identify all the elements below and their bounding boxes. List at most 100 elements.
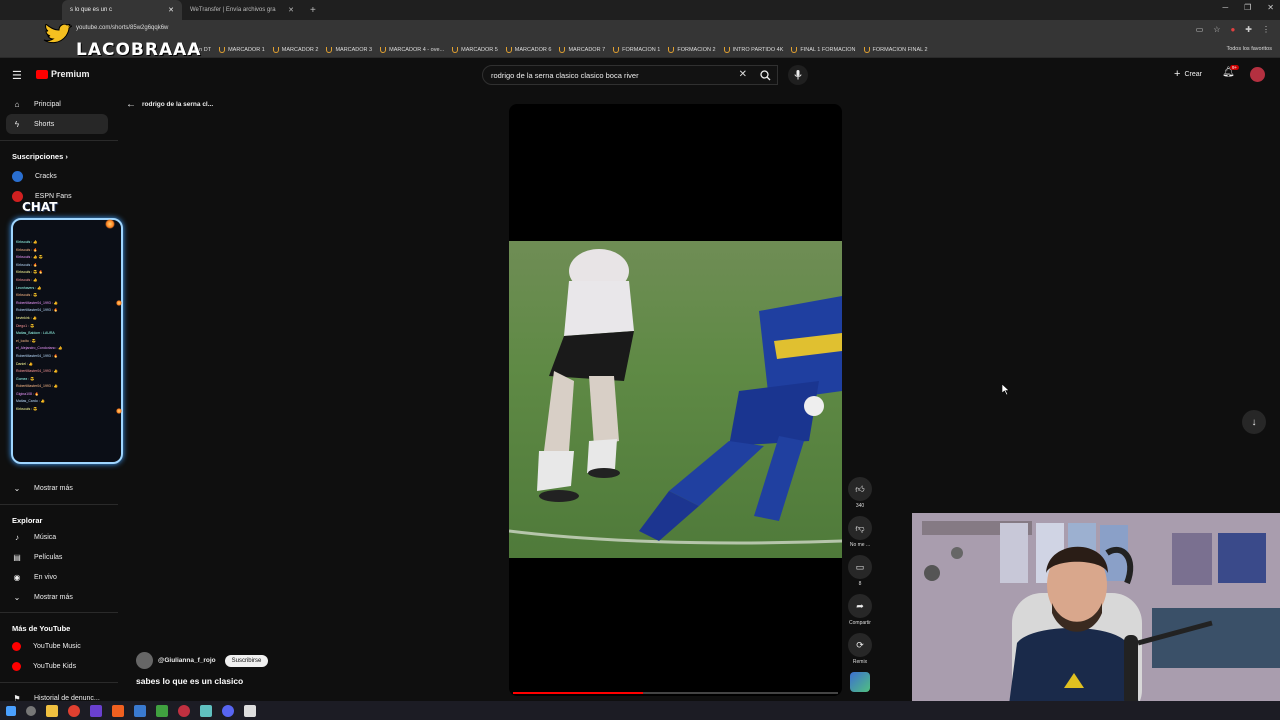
minimize-icon[interactable]: ─	[1222, 3, 1228, 12]
bookmark[interactable]: MARCADOR 6	[505, 46, 551, 53]
maximize-icon[interactable]: ❐	[1244, 3, 1251, 12]
sidebar-show-more-explore[interactable]: ⌄ Mostrar más	[6, 587, 108, 607]
create-button[interactable]: + Crear	[1174, 68, 1202, 80]
sidebar-item-youtube-music[interactable]: YouTube Music	[6, 636, 108, 656]
chevron-down-icon: ⌄	[13, 592, 21, 602]
explore-heading: Explorar	[12, 516, 43, 525]
chat-message: RobertMaster04_1993 : 🔥	[16, 353, 59, 358]
sidebar-item-live[interactable]: ◉ En vivo	[6, 567, 108, 587]
subscriptions-heading[interactable]: Suscripciones ›	[12, 152, 68, 161]
bookmark[interactable]: MARCADOR 5	[452, 46, 498, 53]
sidebar-item-movies[interactable]: ▤ Películas	[6, 547, 108, 567]
sidebar-item-music[interactable]: ♪ Música	[6, 527, 108, 547]
sidebar-item-shorts[interactable]: ϟ Shorts	[6, 114, 108, 134]
clear-search-icon[interactable]: ✕	[739, 69, 747, 80]
back-arrow-icon[interactable]: ←	[126, 99, 136, 110]
sidebar-divider	[0, 612, 118, 613]
chat-message: Daniel : 👍	[16, 361, 34, 366]
app-icon[interactable]	[90, 704, 102, 717]
shorts-video-player[interactable]	[509, 104, 842, 696]
sidebar-item-label: Principal	[34, 100, 61, 108]
share-icon: ➦	[856, 600, 864, 611]
os-taskbar	[0, 701, 1280, 720]
app-icon[interactable]	[112, 704, 124, 717]
spark-effect	[105, 219, 115, 229]
sidebar-item-label: Shorts	[34, 120, 55, 128]
cast-icon[interactable]: ▭	[1196, 25, 1204, 34]
extension-icon[interactable]: ●	[1230, 25, 1235, 34]
browser-tab-wetransfer[interactable]: WeTransfer | Envía archivos gra ✕	[182, 0, 302, 20]
bookmark[interactable]: FORMACION FINAL 2	[863, 46, 928, 53]
account-avatar[interactable]	[1250, 67, 1265, 82]
bookmark[interactable]: FINAL 1 FORMACION	[791, 46, 856, 53]
sidebar-channel-cracks[interactable]: Cracks	[6, 166, 108, 186]
chat-message: Kirksouls : 😎	[16, 407, 38, 412]
bookmark[interactable]: FORMACION 2	[668, 46, 716, 53]
search-query-label: rodrigo de la serna cl...	[142, 101, 214, 108]
remix-icon: ⟳	[856, 639, 864, 650]
search-input[interactable]: rodrigo de la serna clasico clasico boca…	[491, 71, 639, 80]
like-button[interactable]: 👍︎	[848, 477, 872, 501]
like-count: 340	[855, 503, 865, 509]
puzzle-icon[interactable]: ✚	[1245, 25, 1252, 34]
sound-thumbnail[interactable]	[850, 672, 870, 692]
hamburger-menu-icon[interactable]: ☰	[12, 69, 22, 82]
dislike-button[interactable]: 👎︎	[848, 516, 872, 540]
search-button[interactable]	[752, 65, 778, 85]
all-bookmarks[interactable]: Todos los favoritos	[1226, 46, 1272, 52]
bookmark[interactable]: INTRO PARTIDO 4K	[723, 46, 783, 53]
app-icon[interactable]	[244, 704, 256, 717]
app-icon[interactable]	[156, 704, 168, 717]
sidebar-show-more[interactable]: ⌄ Mostrar más	[6, 478, 108, 498]
subscribe-button[interactable]: Suscribirse	[224, 654, 269, 667]
file-explorer-icon[interactable]	[46, 704, 58, 717]
discord-icon[interactable]	[222, 704, 234, 717]
bookmark[interactable]: MARCADOR 1	[219, 46, 265, 53]
bookmark[interactable]: MARCADOR 3	[326, 46, 372, 53]
menu-icon[interactable]: ⋮	[1262, 25, 1270, 34]
home-icon: ⌂	[14, 99, 20, 109]
remix-button[interactable]: ⟳	[848, 633, 872, 657]
search-back-row[interactable]: ← rodrigo de la serna cl...	[126, 99, 213, 110]
app-icon[interactable]	[178, 704, 190, 717]
chat-message: Kirksouls : 🔥	[16, 247, 38, 252]
youtube-logo[interactable]: Premium	[36, 69, 90, 79]
chrome-icon[interactable]	[68, 704, 80, 717]
short-channel-row: @Giulianna_f_rojo Suscribirse	[136, 652, 269, 669]
horseshoe-icon	[668, 46, 675, 53]
mouse-cursor-icon	[1002, 384, 1010, 395]
close-tab-icon[interactable]: ✕	[288, 6, 294, 14]
film-icon: ▤	[13, 552, 21, 562]
sidebar-item-principal[interactable]: ⌂ Principal	[6, 94, 108, 114]
star-icon[interactable]: ☆	[1213, 25, 1220, 34]
close-tab-icon[interactable]: ✕	[168, 6, 174, 14]
next-short-button[interactable]: ↓	[1242, 410, 1266, 434]
browser-tab-youtube[interactable]: s lo que es un c ✕	[62, 0, 182, 20]
close-window-icon[interactable]: ✕	[1267, 3, 1274, 12]
sidebar-item-youtube-kids[interactable]: YouTube Kids	[6, 656, 108, 676]
video-progress-bar[interactable]	[513, 692, 838, 694]
comments-button[interactable]: ▭	[848, 555, 872, 579]
search-icon[interactable]	[26, 705, 36, 716]
bookmark[interactable]: MARCADOR 4 - ove...	[380, 46, 444, 53]
channel-avatar[interactable]	[136, 652, 153, 669]
share-button[interactable]: ➦	[848, 594, 872, 618]
horseshoe-icon	[505, 46, 512, 53]
shorts-icon: ϟ	[14, 119, 20, 129]
voice-search-button[interactable]	[788, 65, 808, 85]
app-icon[interactable]	[134, 704, 146, 717]
bookmark[interactable]: MARCADOR 7	[559, 46, 605, 53]
thumbs-up-icon: 👍︎	[855, 483, 865, 494]
chat-message: Diego1 : 😎	[16, 323, 35, 328]
channel-name[interactable]: @Giulianna_f_rojo	[158, 657, 216, 664]
bookmark[interactable]: FORMACION 1	[613, 46, 660, 53]
windows-start-icon[interactable]	[6, 705, 16, 716]
sidebar-divider	[0, 504, 118, 505]
chat-message: Gomez : 😎	[16, 376, 35, 381]
chat-message: kevinkirk : 👍	[16, 315, 37, 320]
new-tab-button[interactable]: +	[302, 5, 324, 16]
search-box[interactable]: rodrigo de la serna clasico clasico boca…	[482, 65, 778, 85]
app-icon[interactable]	[200, 704, 212, 717]
bookmark[interactable]: MARCADOR 2	[272, 46, 318, 53]
remix-action: ⟳ Remix	[846, 633, 874, 665]
